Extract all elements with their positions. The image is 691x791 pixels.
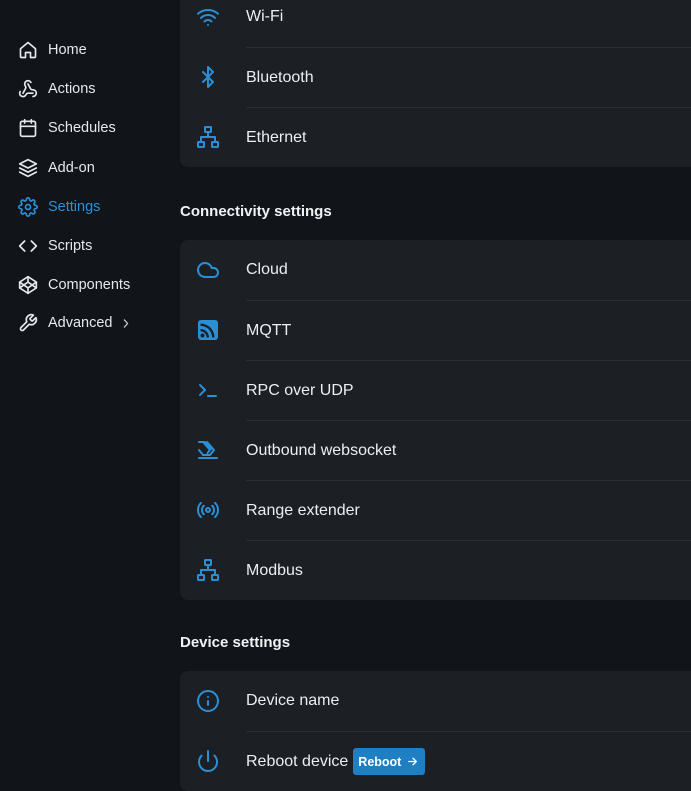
sidebar-item-label: Actions [48,81,96,97]
reboot-button-label: Reboot [358,754,402,769]
ethernet-icon [180,107,236,167]
settings-row-mqtt[interactable]: MQTT [180,300,691,360]
settings-row-cloud[interactable]: Cloud [180,240,691,300]
info-icon [180,671,236,731]
network-icon [180,540,236,600]
row-label: Wi-Fi [246,8,284,25]
websocket-icon [180,420,236,480]
row-label: Range extender [246,501,360,519]
sidebar-item-components[interactable]: Components [18,273,130,297]
sidebar-item-label: Schedules [48,120,116,136]
reboot-button[interactable]: Reboot [353,748,426,775]
row-label: Device name [246,692,340,709]
gear-icon [18,197,38,217]
row-label: Bluetooth [246,68,314,86]
settings-row-wifi[interactable]: Wi-Fi [180,0,691,47]
section-title-connectivity: Connectivity settings [180,203,332,220]
sidebar: Home Actions Schedules Add-on Settings S… [0,0,160,791]
app-window: Home Actions Schedules Add-on Settings S… [0,0,691,791]
sidebar-item-label: Advanced [48,315,113,331]
sidebar-item-label: Add-on [48,160,95,176]
sidebar-item-label: Home [48,42,87,58]
chevron-right-icon [122,317,132,329]
settings-content: Wi-Fi Bluetooth Ethernet Connectivity se… [180,0,691,791]
row-label: Ethernet [246,128,307,146]
cloud-icon [180,240,236,300]
section-title-device: Device settings [180,634,291,651]
sidebar-item-scripts[interactable]: Scripts [18,234,92,258]
bluetooth-icon [180,47,236,107]
settings-row-modbus[interactable]: Modbus [180,540,691,600]
row-label: Outbound websocket [246,441,397,459]
sidebar-item-label: Settings [48,199,101,215]
row-label: Reboot device [246,752,349,770]
sidebar-item-schedules[interactable]: Schedules [18,116,116,140]
connectivity-settings-card: Cloud MQTT RPC over UDP Outbound websock… [180,240,691,600]
rss-icon [180,300,236,360]
settings-row-ethernet[interactable]: Ethernet [180,107,691,167]
sidebar-item-actions[interactable]: Actions [18,77,96,101]
row-label: RPC over UDP [246,381,354,399]
settings-row-outbound-websocket[interactable]: Outbound websocket [180,420,691,480]
wrench-icon [18,313,38,333]
settings-row-range-extender[interactable]: Range extender [180,480,691,540]
wifi-icon [180,0,236,47]
sidebar-item-advanced[interactable]: Advanced [18,311,132,335]
sidebar-item-label: Components [48,277,131,293]
settings-row-reboot-device: Reboot device Reboot [180,731,691,791]
sidebar-item-settings[interactable]: Settings [18,195,100,219]
row-label: MQTT [246,321,292,339]
arrow-right-icon [406,755,419,768]
sidebar-item-add-on[interactable]: Add-on [18,156,95,180]
terminal-icon [180,360,236,420]
settings-row-rpc-over-udp[interactable]: RPC over UDP [180,360,691,420]
settings-row-bluetooth[interactable]: Bluetooth [180,47,691,107]
row-label: Modbus [246,561,303,579]
settings-row-device-name[interactable]: Device name [180,671,691,731]
layers-icon [18,158,38,178]
network-settings-card: Wi-Fi Bluetooth Ethernet [180,0,691,167]
broadcast-icon [180,480,236,540]
device-settings-card: Device name Reboot device Reboot [180,671,691,791]
sidebar-item-home[interactable]: Home [18,38,87,62]
webhook-icon [18,79,38,99]
row-label: Cloud [246,261,288,278]
power-icon [180,731,236,791]
home-icon [18,40,38,60]
sidebar-item-label: Scripts [48,238,93,254]
cube-icon [18,275,38,295]
calendar-icon [18,118,38,138]
code-icon [18,236,38,256]
